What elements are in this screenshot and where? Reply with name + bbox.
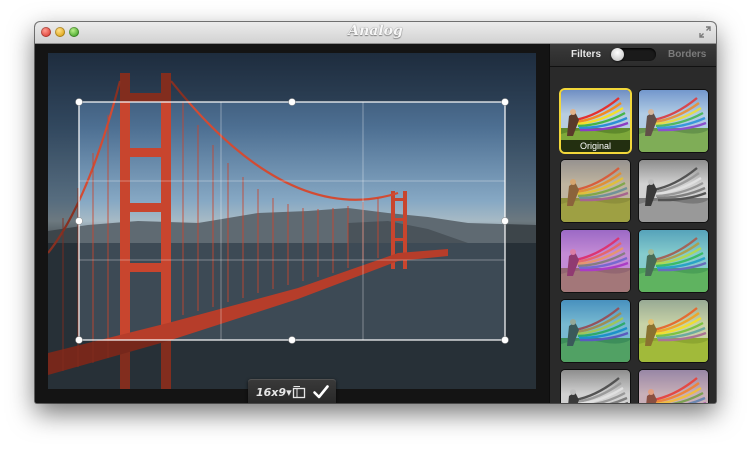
filter-tint [639,90,708,152]
kite-preview-image [639,160,708,222]
filters-sidebar: Filters Borders Original [549,44,716,403]
title-bar[interactable]: Analog [35,22,716,44]
aspect-ratio-dropdown[interactable]: 16x9▾ [256,386,292,399]
crop-toolbar: 16x9▾ [248,379,336,403]
filter-thumbnail[interactable] [639,90,708,152]
filter-tint [639,300,708,362]
tab-filters[interactable]: Filters [571,49,601,60]
photo-canvas[interactable] [48,53,536,389]
filter-label: Original [561,140,630,152]
aspect-ratio-label: 16x9 [256,386,287,399]
filter-tint [639,370,708,403]
app-title: Analog [348,23,403,39]
filter-thumbnails-grid: Original [559,66,711,403]
filter-tint [561,160,630,222]
toggle-knob[interactable] [611,48,624,61]
filter-thumbnail[interactable] [561,300,630,362]
filter-thumbnail[interactable]: Original [561,90,630,152]
checkmark-icon[interactable] [312,383,330,401]
sidebar-tabs: Filters Borders [550,44,716,67]
fullscreen-icon[interactable] [699,26,711,38]
tab-borders[interactable]: Borders [668,49,706,60]
filter-tint [561,230,630,292]
editor-area: 16x9▾ [35,44,549,403]
filters-borders-toggle[interactable] [611,48,656,61]
orientation-icon[interactable] [292,385,306,399]
filter-thumbnail[interactable] [639,300,708,362]
filter-tint [561,300,630,362]
filter-thumbnail[interactable] [561,230,630,292]
bridge-photo [48,53,536,389]
app-window: Analog 16x9▾ Filters Borders Original [35,22,716,403]
kite-preview-image [561,370,630,403]
filter-thumbnail[interactable] [561,370,630,403]
filter-thumbnail[interactable] [639,160,708,222]
filter-thumbnail[interactable] [561,160,630,222]
chevron-down-icon: ▾ [286,386,292,399]
filter-thumbnail[interactable] [639,370,708,403]
filter-tint [639,230,708,292]
filter-thumbnail[interactable] [639,230,708,292]
